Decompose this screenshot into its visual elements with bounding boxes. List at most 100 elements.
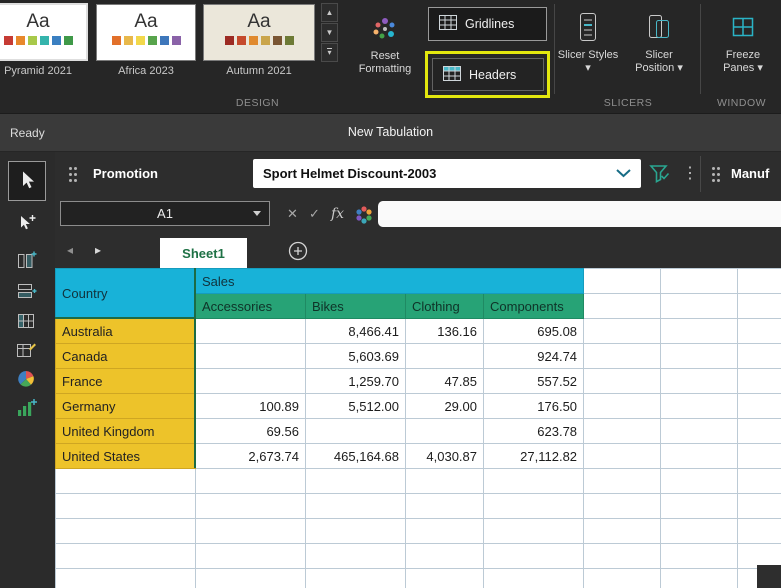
slicer-position-button[interactable]: Slicer Position ▾ (626, 3, 692, 97)
empty-cell[interactable] (661, 494, 738, 519)
empty-cell[interactable] (484, 519, 584, 544)
column-header-cell[interactable]: Accessories (196, 294, 306, 319)
data-cell[interactable] (406, 344, 484, 369)
data-cell[interactable]: 695.08 (484, 319, 584, 344)
data-cell[interactable]: 69.56 (196, 419, 306, 444)
row-header-cell[interactable]: Australia (56, 319, 196, 344)
data-cell[interactable]: 176.50 (484, 394, 584, 419)
row-header-cell[interactable]: Canada (56, 344, 196, 369)
data-cell[interactable]: 924.74 (484, 344, 584, 369)
empty-cell[interactable] (661, 444, 738, 469)
insert-columns-tool-button[interactable] (15, 249, 37, 274)
data-cell[interactable]: 8,466.41 (306, 319, 406, 344)
empty-cell[interactable] (196, 544, 306, 569)
row-header-cell[interactable]: United States (56, 444, 196, 469)
data-cell[interactable]: 4,030.87 (406, 444, 484, 469)
empty-cell[interactable] (738, 394, 781, 419)
empty-cell[interactable] (484, 544, 584, 569)
empty-cell[interactable] (584, 419, 661, 444)
empty-cell[interactable] (661, 519, 738, 544)
confirm-entry-button[interactable]: ✓ (309, 196, 320, 232)
empty-cell[interactable] (738, 444, 781, 469)
empty-cell[interactable] (56, 519, 196, 544)
empty-cell[interactable] (196, 494, 306, 519)
gridlines-button[interactable]: Gridlines (428, 7, 547, 41)
reset-formatting-button[interactable]: Reset Formatting (350, 4, 420, 96)
theme-tile-pyramid[interactable]: Aa (0, 3, 88, 61)
empty-cell[interactable] (306, 544, 406, 569)
empty-cell[interactable] (584, 294, 661, 319)
empty-cell[interactable] (738, 494, 781, 519)
empty-cell[interactable] (196, 569, 306, 588)
empty-cell[interactable] (56, 469, 196, 494)
row-header-cell[interactable]: France (56, 369, 196, 394)
data-cell[interactable]: 47.85 (406, 369, 484, 394)
empty-cell[interactable] (406, 544, 484, 569)
select-tool-button[interactable] (8, 161, 46, 201)
empty-cell[interactable] (584, 344, 661, 369)
empty-cell[interactable] (661, 419, 738, 444)
empty-cell[interactable] (738, 319, 781, 344)
gallery-more-button[interactable]: ▾ (321, 43, 338, 62)
theme-tile-autumn[interactable]: Aa (203, 4, 315, 61)
data-cell[interactable]: 27,112.82 (484, 444, 584, 469)
empty-cell[interactable] (661, 319, 738, 344)
empty-cell[interactable] (584, 494, 661, 519)
empty-cell[interactable] (661, 469, 738, 494)
add-sheet-button[interactable] (288, 241, 308, 264)
data-cell[interactable] (196, 319, 306, 344)
empty-cell[interactable] (584, 519, 661, 544)
data-cell[interactable] (306, 419, 406, 444)
data-cell[interactable] (196, 369, 306, 394)
column-header-cell[interactable]: Clothing (406, 294, 484, 319)
next-sheet-button[interactable]: ▸ (95, 232, 101, 268)
promotion-dropdown[interactable]: Sport Helmet Discount-2003 (253, 159, 641, 188)
multi-select-tool-button[interactable] (16, 212, 38, 237)
data-cell[interactable] (196, 344, 306, 369)
theme-colors-tool-button[interactable] (15, 367, 37, 392)
empty-cell[interactable] (584, 469, 661, 494)
empty-cell[interactable] (661, 569, 738, 588)
empty-cell[interactable] (406, 469, 484, 494)
empty-cell[interactable] (56, 494, 196, 519)
corner-header-cell[interactable]: Country (56, 269, 196, 319)
add-chart-tool-button[interactable] (15, 397, 37, 422)
grid-tool-button[interactable] (15, 310, 37, 335)
empty-cell[interactable] (306, 494, 406, 519)
empty-cell[interactable] (738, 469, 781, 494)
row-header-cell[interactable]: United Kingdom (56, 419, 196, 444)
empty-cell[interactable] (306, 569, 406, 588)
previous-sheet-button[interactable]: ◂ (67, 232, 73, 268)
empty-cell[interactable] (56, 544, 196, 569)
empty-cell[interactable] (484, 469, 584, 494)
empty-cell[interactable] (738, 294, 781, 319)
empty-cell[interactable] (196, 469, 306, 494)
empty-cell[interactable] (584, 319, 661, 344)
empty-cell[interactable] (484, 569, 584, 588)
slicer-styles-button[interactable]: Slicer Styles ▾ (557, 3, 619, 97)
empty-cell[interactable] (661, 294, 738, 319)
group-header-cell[interactable]: Sales (196, 269, 584, 294)
empty-cell[interactable] (484, 494, 584, 519)
row-header-cell[interactable]: Germany (56, 394, 196, 419)
data-cell[interactable]: 5,603.69 (306, 344, 406, 369)
empty-cell[interactable] (584, 394, 661, 419)
theme-tile-africa[interactable]: Aa (96, 4, 196, 61)
empty-cell[interactable] (306, 469, 406, 494)
empty-cell[interactable] (584, 569, 661, 588)
empty-cell[interactable] (406, 494, 484, 519)
empty-cell[interactable] (738, 519, 781, 544)
column-header-cell[interactable]: Bikes (306, 294, 406, 319)
cancel-entry-button[interactable]: ✕ (287, 196, 298, 232)
formula-input[interactable] (378, 201, 781, 227)
empty-cell[interactable] (661, 369, 738, 394)
empty-cell[interactable] (738, 369, 781, 394)
data-cell[interactable]: 623.78 (484, 419, 584, 444)
sheet-tab-active[interactable]: Sheet1 (160, 238, 247, 268)
data-cell[interactable]: 1,259.70 (306, 369, 406, 394)
empty-cell[interactable] (661, 344, 738, 369)
data-cell[interactable] (406, 419, 484, 444)
name-box[interactable]: A1 (60, 201, 270, 226)
data-cell[interactable]: 2,673.74 (196, 444, 306, 469)
insert-function-button[interactable]: fx (331, 196, 344, 232)
